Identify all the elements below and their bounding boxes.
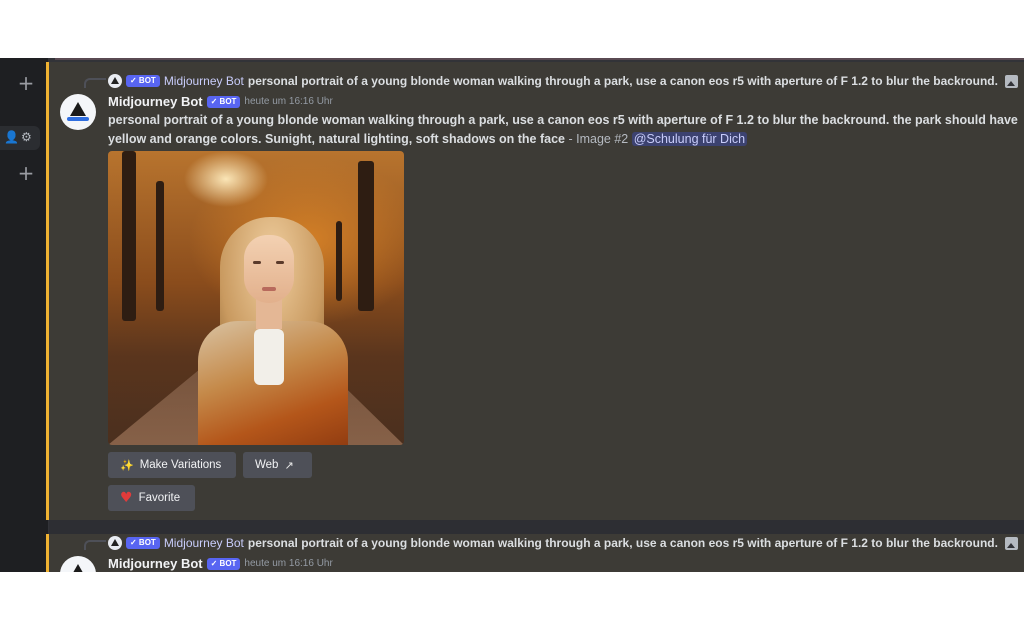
reply-text[interactable]: personal portrait of a young blonde woma… bbox=[248, 74, 999, 88]
web-button[interactable]: Web ↗ bbox=[243, 452, 312, 478]
reply-author[interactable]: Midjourney Bot bbox=[164, 536, 244, 550]
image-number: - Image #2 bbox=[565, 132, 632, 146]
heart-icon: ♥ bbox=[120, 490, 133, 506]
favorite-button[interactable]: ♥ Favorite bbox=[108, 485, 195, 511]
plus-icon[interactable]: + bbox=[16, 163, 36, 183]
bot-badge: ✓ BOT bbox=[206, 95, 241, 108]
reply-spine bbox=[84, 540, 106, 550]
reply-avatar bbox=[108, 74, 122, 88]
make-variations-label: Make Variations bbox=[139, 459, 222, 471]
plus-icon[interactable]: + bbox=[16, 73, 36, 93]
member-settings-button[interactable]: 👤 ⚙ bbox=[0, 126, 40, 150]
username[interactable]: Midjourney Bot bbox=[108, 94, 203, 109]
web-label: Web bbox=[255, 459, 279, 471]
message-header: Midjourney Bot ✓ BOT heute um 16:16 Uhr bbox=[108, 556, 333, 571]
prompt-text: personal portrait of a young blonde woma… bbox=[108, 113, 1018, 146]
mention-highlight-bar bbox=[46, 534, 49, 572]
image-icon bbox=[1005, 536, 1018, 550]
generated-image[interactable] bbox=[108, 151, 404, 445]
message-separator bbox=[49, 520, 1024, 534]
bot-badge: ✓ BOT bbox=[206, 557, 241, 570]
mention-highlight-bar bbox=[46, 62, 49, 520]
reply-reference[interactable]: ✓ BOT Midjourney Bot personal portrait o… bbox=[108, 534, 1018, 552]
message-header: Midjourney Bot ✓ BOT heute um 16:16 Uhr bbox=[108, 94, 333, 109]
sparkle-icon: ✨ bbox=[120, 458, 134, 472]
chat-window: + 👤 ⚙ + ✓ BOT Midjourney Bot personal po… bbox=[0, 58, 1024, 572]
make-variations-button[interactable]: ✨ Make Variations bbox=[108, 452, 236, 478]
reply-author[interactable]: Midjourney Bot bbox=[164, 74, 244, 88]
avatar[interactable] bbox=[60, 94, 96, 130]
gear-icon: ⚙ bbox=[21, 130, 32, 144]
unread-divider bbox=[55, 58, 1024, 60]
reply-spine bbox=[84, 78, 106, 88]
reply-reference[interactable]: ✓ BOT Midjourney Bot personal portrait o… bbox=[108, 72, 1018, 90]
favorite-label: Favorite bbox=[138, 492, 181, 504]
server-rail: + 👤 ⚙ + bbox=[0, 58, 48, 572]
bot-badge: ✓ BOT bbox=[126, 75, 160, 87]
bot-badge: ✓ BOT bbox=[126, 537, 160, 549]
user-mention[interactable]: @Schulung für Dich bbox=[631, 132, 748, 146]
message-content: personal portrait of a young blonde woma… bbox=[108, 111, 1018, 149]
reply-avatar bbox=[108, 536, 122, 550]
timestamp: heute um 16:16 Uhr bbox=[244, 558, 333, 569]
timestamp: heute um 16:16 Uhr bbox=[244, 96, 333, 107]
add-friend-icon: 👤 bbox=[4, 130, 19, 144]
reply-text[interactable]: personal portrait of a young blonde woma… bbox=[248, 536, 999, 550]
image-icon bbox=[1005, 74, 1018, 88]
username[interactable]: Midjourney Bot bbox=[108, 556, 203, 571]
external-link-icon: ↗ bbox=[284, 458, 294, 472]
